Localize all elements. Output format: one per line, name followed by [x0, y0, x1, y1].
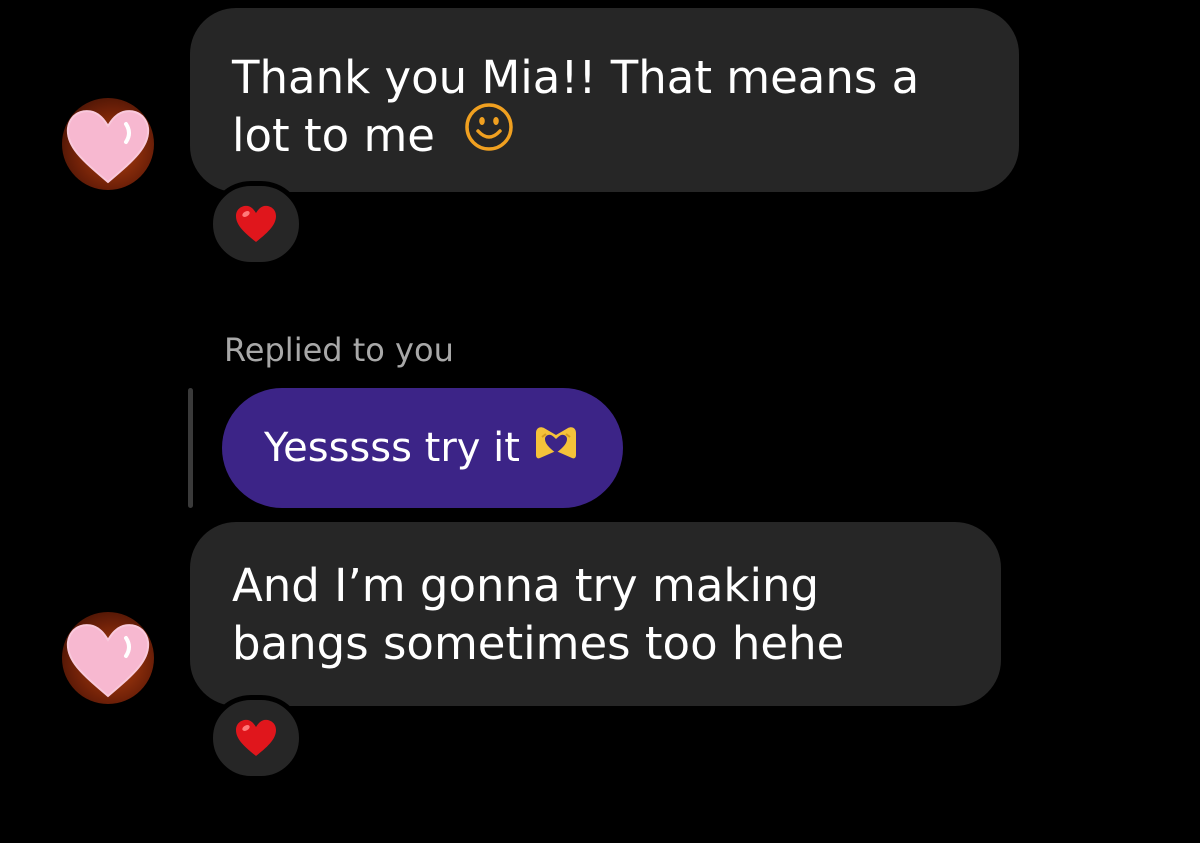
pink-heart-sticker-icon [66, 624, 150, 698]
smiley-icon [463, 101, 515, 167]
message-text: Yesssss try it [264, 425, 520, 471]
sender-avatar[interactable] [62, 98, 154, 190]
outgoing-message-bubble[interactable]: Yesssss try it [222, 388, 623, 508]
message-text: And I’m gonna try making bangs sometimes… [232, 559, 845, 670]
incoming-message-bubble[interactable]: Thank you Mia!! That means a lot to me [190, 8, 1019, 192]
incoming-message-bubble[interactable]: And I’m gonna try making bangs sometimes… [190, 522, 1001, 706]
message-text: Thank you Mia!! That means a lot to me [232, 51, 920, 162]
pink-heart-sticker-icon [66, 110, 150, 184]
reply-indicator-bar [188, 388, 193, 508]
replied-to-you-label: Replied to you [224, 331, 454, 369]
red-heart-icon [236, 205, 276, 242]
sender-avatar[interactable] [62, 612, 154, 704]
heart-reaction[interactable] [208, 695, 304, 781]
heart-hands-icon [532, 423, 580, 473]
heart-reaction[interactable] [208, 181, 304, 267]
chat-thread: Thank you Mia!! That means a lot to me R… [0, 0, 1200, 843]
red-heart-icon [236, 719, 276, 756]
